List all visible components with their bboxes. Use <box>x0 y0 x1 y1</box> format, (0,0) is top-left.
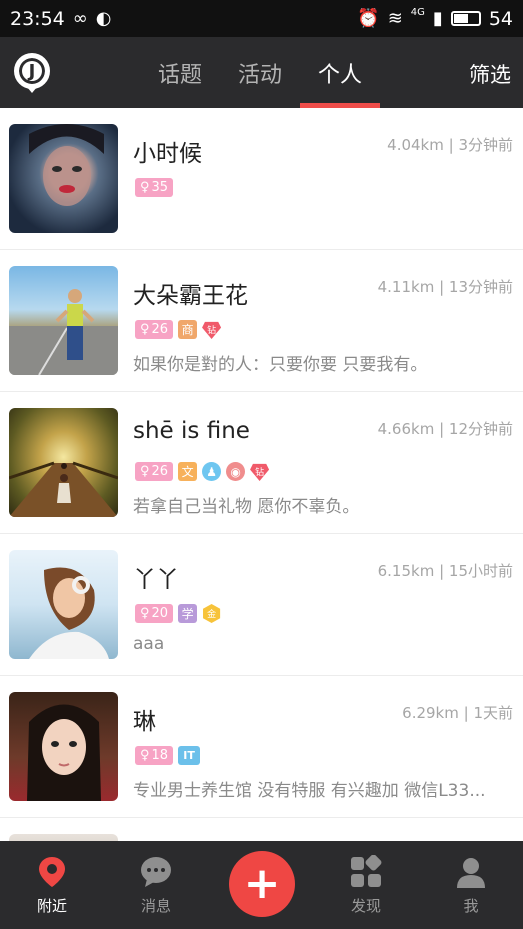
nav-label: 我 <box>463 896 479 915</box>
user-name: 琳 <box>133 709 156 735</box>
nav-discover[interactable]: 发现 <box>314 841 418 929</box>
distance-time: 4.66km | 12分钟前 <box>377 420 513 438</box>
list-item[interactable]: 丫丫 6.15km | 15小时前 ♀ 20 学 金 aaa <box>0 534 523 676</box>
avatar[interactable] <box>9 408 118 517</box>
top-nav-bar: J 话题 活动 个人 筛选 <box>0 37 523 108</box>
avatar[interactable] <box>9 692 118 801</box>
battery-icon <box>450 11 481 26</box>
signal-bars-icon: ▮ <box>432 8 443 29</box>
diamond-vip-icon: 钻 <box>250 463 270 481</box>
signature-text: 如果你是對的人：只要你要 只要我有。 <box>133 355 428 375</box>
tab-topics[interactable]: 话题 <box>140 37 220 108</box>
distance-time: 4.04km | 3分钟前 <box>387 136 513 154</box>
people-feed: 小时候 4.04km | 3分钟前 ♀ 35 大朵霸王花 4.11km | 13分… <box>0 108 523 841</box>
literature-tag: 文 <box>178 462 198 481</box>
diamond-vip-icon: 钻 <box>202 321 222 339</box>
list-item[interactable]: shē is fine 4.66km | 12分钟前 ♀ 26 文 ♟ ◉ 钻 若… <box>0 392 523 534</box>
grid-apps-icon <box>351 854 382 887</box>
infinity-icon: ∞ <box>72 8 88 29</box>
chat-bubble-icon <box>141 856 171 887</box>
avatar[interactable] <box>9 834 118 841</box>
nav-label: 消息 <box>140 896 171 915</box>
female-icon: ♀ <box>140 322 150 337</box>
distance-time: 6.15km | 15小时前 <box>377 562 513 580</box>
female-icon: ♀ <box>140 180 150 195</box>
user-name: 小时候 <box>133 141 202 167</box>
signature-text: aaa <box>133 634 165 654</box>
nav-label: 附近 <box>36 896 67 915</box>
bottom-nav-bar: 附近 消息 + 发现 我 <box>0 841 523 929</box>
wifi-icon: ≋ <box>387 8 403 29</box>
clock-text: 23:54 <box>10 7 65 30</box>
tab-bar: 话题 活动 个人 <box>140 37 380 108</box>
avatar[interactable] <box>9 550 118 659</box>
badge-row: ♀ 26 文 ♟ ◉ 钻 <box>135 462 270 481</box>
age-badge: ♀ 18 <box>135 746 174 765</box>
nav-nearby[interactable]: 附近 <box>0 841 104 929</box>
list-item[interactable] <box>0 818 523 841</box>
tab-events[interactable]: 活动 <box>220 37 300 108</box>
badge-row: ♀ 26 商 钻 <box>135 320 222 339</box>
signature-text: 若拿自己当礼物 愿你不辜负。 <box>133 497 360 517</box>
list-item[interactable]: 大朵霸王花 4.11km | 13分钟前 ♀ 26 商 钻 如果你是對的人：只要你… <box>0 250 523 392</box>
user-name: 大朵霸王花 <box>133 283 248 309</box>
list-item[interactable]: 小时候 4.04km | 3分钟前 ♀ 35 <box>0 108 523 250</box>
tab-personal[interactable]: 个人 <box>300 37 380 108</box>
badge-row: ♀ 18 IT <box>135 746 201 765</box>
location-pin-icon <box>39 856 65 887</box>
filter-button[interactable]: 筛选 <box>469 59 511 89</box>
female-icon: ♀ <box>140 606 150 621</box>
age-badge: ♀ 26 <box>135 320 174 339</box>
app-logo-icon[interactable]: J <box>14 53 50 93</box>
status-bar: 23:54 ∞ ◐ ⏰ ≋ 4G ▮ 54 <box>0 0 523 37</box>
it-tag: IT <box>178 746 201 765</box>
avatar[interactable] <box>9 266 118 375</box>
avatar[interactable] <box>9 124 118 233</box>
signature-text: 专业男士养生馆 没有特服 有兴趣加 微信L33... <box>133 781 486 801</box>
badge-row: ♀ 20 学 金 <box>135 604 221 623</box>
female-icon: ♀ <box>140 464 150 479</box>
weibo-icon: ◉ <box>226 462 246 481</box>
student-tag: 学 <box>178 604 198 623</box>
user-name: 丫丫 <box>133 567 179 593</box>
nav-messages[interactable]: 消息 <box>104 841 208 929</box>
distance-time: 6.29km | 1天前 <box>402 704 513 722</box>
list-item[interactable]: 琳 6.29km | 1天前 ♀ 18 IT 专业男士养生馆 没有特服 有兴趣加 … <box>0 676 523 818</box>
qq-icon: ♟ <box>202 462 222 481</box>
business-tag: 商 <box>178 320 198 339</box>
age-badge: ♀ 20 <box>135 604 174 623</box>
signal-icon: 4G <box>410 7 425 18</box>
profile-icon <box>457 857 485 888</box>
female-icon: ♀ <box>140 748 150 763</box>
gold-member-icon: 金 <box>203 604 221 623</box>
age-badge: ♀ 35 <box>135 178 174 197</box>
half-circle-icon: ◐ <box>95 8 112 29</box>
create-post-button[interactable]: + <box>229 851 295 917</box>
user-name: shē is fine <box>133 418 250 444</box>
distance-time: 4.11km | 13分钟前 <box>377 278 513 296</box>
age-badge: ♀ 26 <box>135 462 174 481</box>
nav-label: 发现 <box>350 896 381 915</box>
alarm-icon: ⏰ <box>357 8 380 29</box>
nav-me[interactable]: 我 <box>419 841 523 929</box>
badge-row: ♀ 35 <box>135 178 174 197</box>
battery-percent: 54 <box>488 7 513 30</box>
